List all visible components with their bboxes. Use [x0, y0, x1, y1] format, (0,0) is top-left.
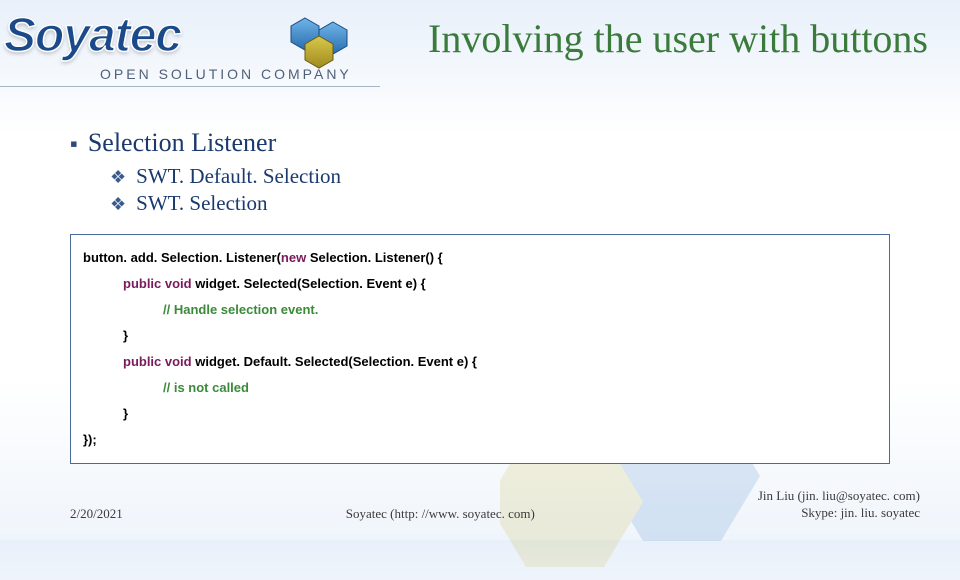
code-line: public void widget. Selected(Selection. …: [83, 271, 877, 297]
code-line: // is not called: [83, 375, 877, 401]
hexagon-cluster-icon: [285, 16, 355, 71]
logo: Soyatec Open Solution Company: [0, 8, 380, 98]
slide-footer: 2/20/2021 Soyatec (http: //www. soyatec.…: [0, 488, 960, 522]
slide-body: Selection Listener SWT. Default. Selecti…: [0, 100, 960, 464]
code-line: button. add. Selection. Listener(new Sel…: [83, 245, 877, 271]
code-line: });: [83, 427, 877, 453]
slide-header: Soyatec Open Solution Company Involving …: [0, 0, 960, 100]
bullet-selection: SWT. Selection: [110, 191, 890, 216]
code-line: public void widget. Default. Selected(Se…: [83, 349, 877, 375]
logo-brand: Soyatec: [4, 8, 181, 63]
bullet-selection-listener: Selection Listener: [70, 128, 890, 158]
footer-contact: Jin Liu (jin. liu@soyatec. com) Skype: j…: [758, 488, 920, 522]
logo-underline: [0, 86, 380, 87]
logo-tagline: Open Solution Company: [100, 66, 352, 82]
bullet-default-selection: SWT. Default. Selection: [110, 164, 890, 189]
footer-skype: Skype: jin. liu. soyatec: [758, 505, 920, 522]
slide-title: Involving the user with buttons: [380, 8, 928, 62]
code-line: }: [83, 323, 877, 349]
code-line: // Handle selection event.: [83, 297, 877, 323]
footer-center: Soyatec (http: //www. soyatec. com): [346, 506, 535, 522]
code-line: }: [83, 401, 877, 427]
footer-date: 2/20/2021: [70, 506, 123, 522]
code-block: button. add. Selection. Listener(new Sel…: [70, 234, 890, 464]
footer-email: Jin Liu (jin. liu@soyatec. com): [758, 488, 920, 505]
